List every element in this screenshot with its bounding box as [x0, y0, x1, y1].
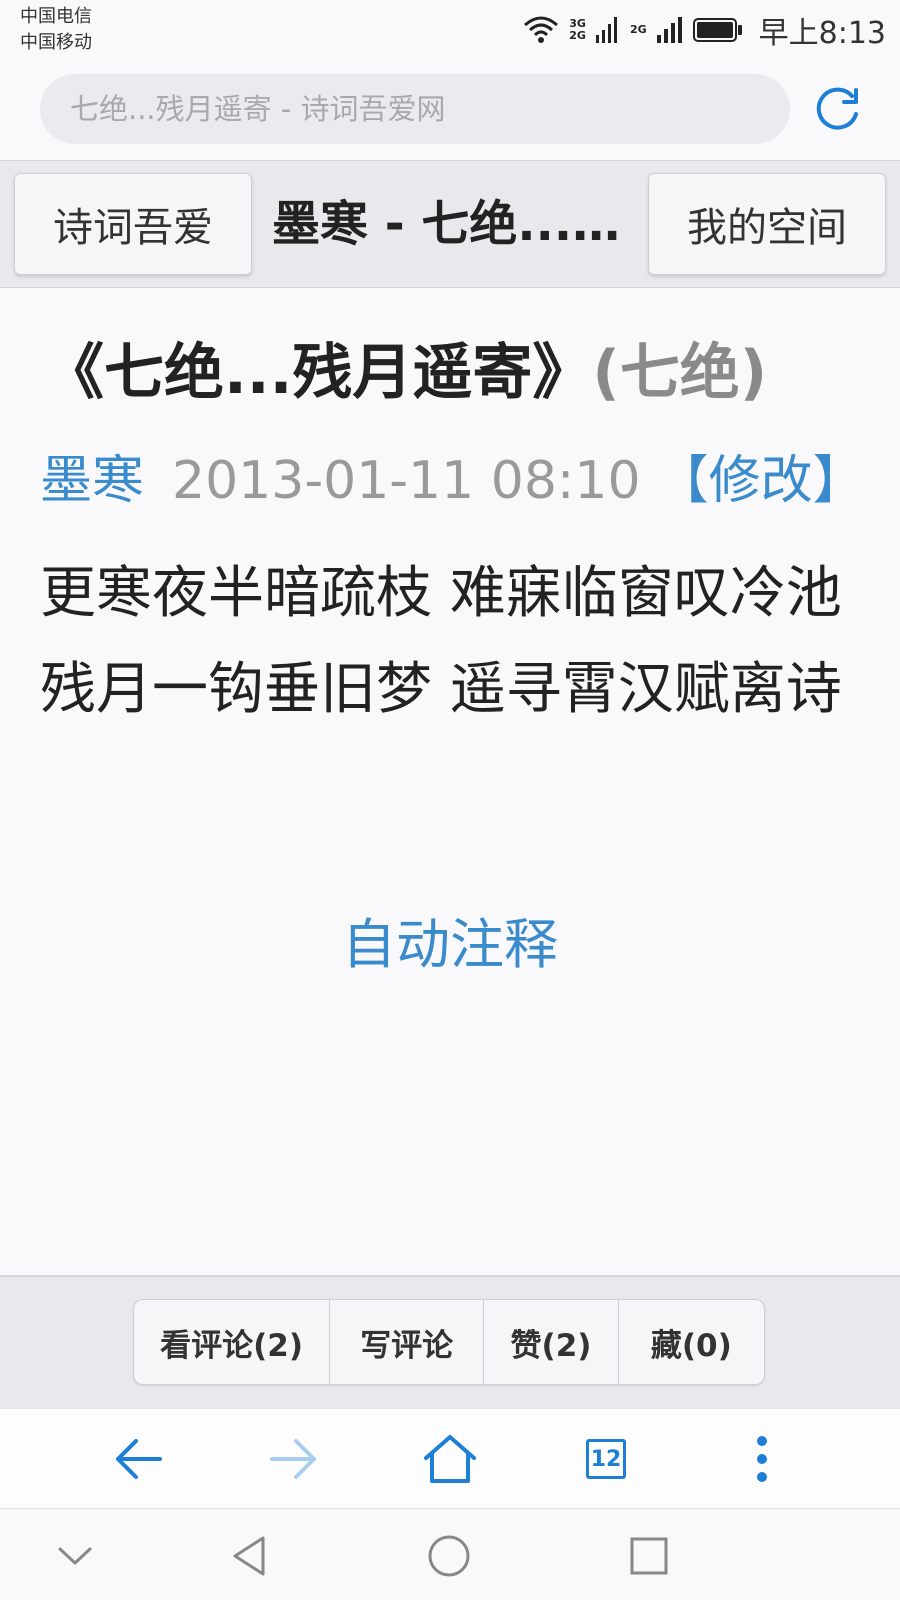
forward-button[interactable] — [262, 1429, 326, 1489]
poem-content: 《七绝...残月遥寄》(七绝) 墨寒 2013-01-11 08:10 【修改】 更… — [0, 288, 900, 1275]
home-site-button[interactable]: 诗词吾爱 — [14, 173, 252, 275]
clock: 早上8:13 — [758, 16, 886, 51]
home-button[interactable] — [418, 1429, 482, 1489]
site-header: 诗词吾爱 墨寒 - 七绝...残月遥寄 我的空间 — [0, 160, 900, 288]
carrier-2: 中国移动 — [20, 32, 92, 53]
hide-nav-button[interactable] — [50, 1531, 100, 1581]
chevron-down-icon — [58, 1547, 92, 1565]
my-space-button[interactable]: 我的空间 — [648, 173, 886, 275]
poem-meta: 墨寒 2013-01-11 08:10 【修改】 — [40, 438, 865, 513]
address-bar: 七绝...残月遥寄 - 诗词吾爱网 — [0, 64, 900, 160]
poem-body: 更寒夜半暗疏枝 难寐临窗叹冷池 残月一钩垂旧梦 遥寻霄汉赋离诗 — [40, 561, 842, 722]
wifi-icon — [524, 16, 559, 43]
write-comment-button[interactable]: 写评论 — [330, 1300, 485, 1384]
browser-nav-bar: 12 — [0, 1409, 900, 1509]
menu-button[interactable] — [730, 1429, 794, 1489]
more-vertical-icon — [757, 1436, 767, 1482]
arrow-left-icon — [116, 1439, 162, 1479]
action-bar: 看评论(2) 写评论 赞(2) 藏(0) — [0, 1275, 900, 1409]
collect-button[interactable]: 藏(0) — [619, 1300, 764, 1384]
system-back-button[interactable] — [224, 1531, 274, 1581]
status-bar: 中国电信 中国移动 3G 2G 2G 早上8:13 — [0, 0, 900, 64]
carrier-1: 中国电信 — [20, 6, 92, 27]
poem-title-text: 《七绝...残月遥寄》 — [44, 338, 593, 408]
triangle-back-icon — [233, 1536, 265, 1576]
network-type-1: 3G 2G — [569, 17, 586, 42]
battery-icon — [692, 18, 742, 42]
action-group: 看评论(2) 写评论 赞(2) 藏(0) — [133, 1299, 765, 1385]
tabs-button[interactable]: 12 — [574, 1429, 638, 1489]
url-field[interactable]: 七绝...残月遥寄 - 诗词吾爱网 — [40, 74, 790, 144]
like-button[interactable]: 赞(2) — [484, 1300, 619, 1384]
page-header-title: 墨寒 - 七绝...残月遥寄 — [272, 196, 628, 252]
network-type-2: 2G — [629, 23, 647, 36]
view-comments-button[interactable]: 看评论(2) — [134, 1300, 331, 1384]
system-home-button[interactable] — [424, 1531, 474, 1581]
url-text: 七绝...残月遥寄 - 诗词吾爱网 — [70, 92, 446, 126]
carrier-info: 中国电信 中国移动 — [20, 4, 92, 56]
poem-title: 《七绝...残月遥寄》(七绝) — [44, 324, 767, 411]
author-link[interactable]: 墨寒 — [40, 451, 144, 511]
edit-link[interactable]: 【修改】 — [657, 451, 865, 511]
tab-count-badge: 12 — [586, 1439, 626, 1479]
system-nav-bar — [0, 1509, 900, 1600]
status-icons: 3G 2G 2G 早上8:13 — [523, 10, 886, 51]
arrow-right-icon — [270, 1439, 316, 1479]
circle-home-icon — [428, 1535, 470, 1577]
home-icon — [424, 1435, 476, 1483]
post-date: 2013-01-11 08:10 — [172, 451, 641, 511]
signal-icon-1 — [595, 17, 617, 43]
auto-annotate-link[interactable]: 自动注释 — [0, 900, 900, 979]
system-recents-button[interactable] — [624, 1531, 674, 1581]
poem-form: (七绝) — [592, 338, 768, 408]
back-button[interactable] — [106, 1429, 170, 1489]
square-recents-icon — [630, 1537, 668, 1575]
reload-icon[interactable] — [812, 84, 864, 136]
signal-icon-2 — [656, 17, 682, 43]
